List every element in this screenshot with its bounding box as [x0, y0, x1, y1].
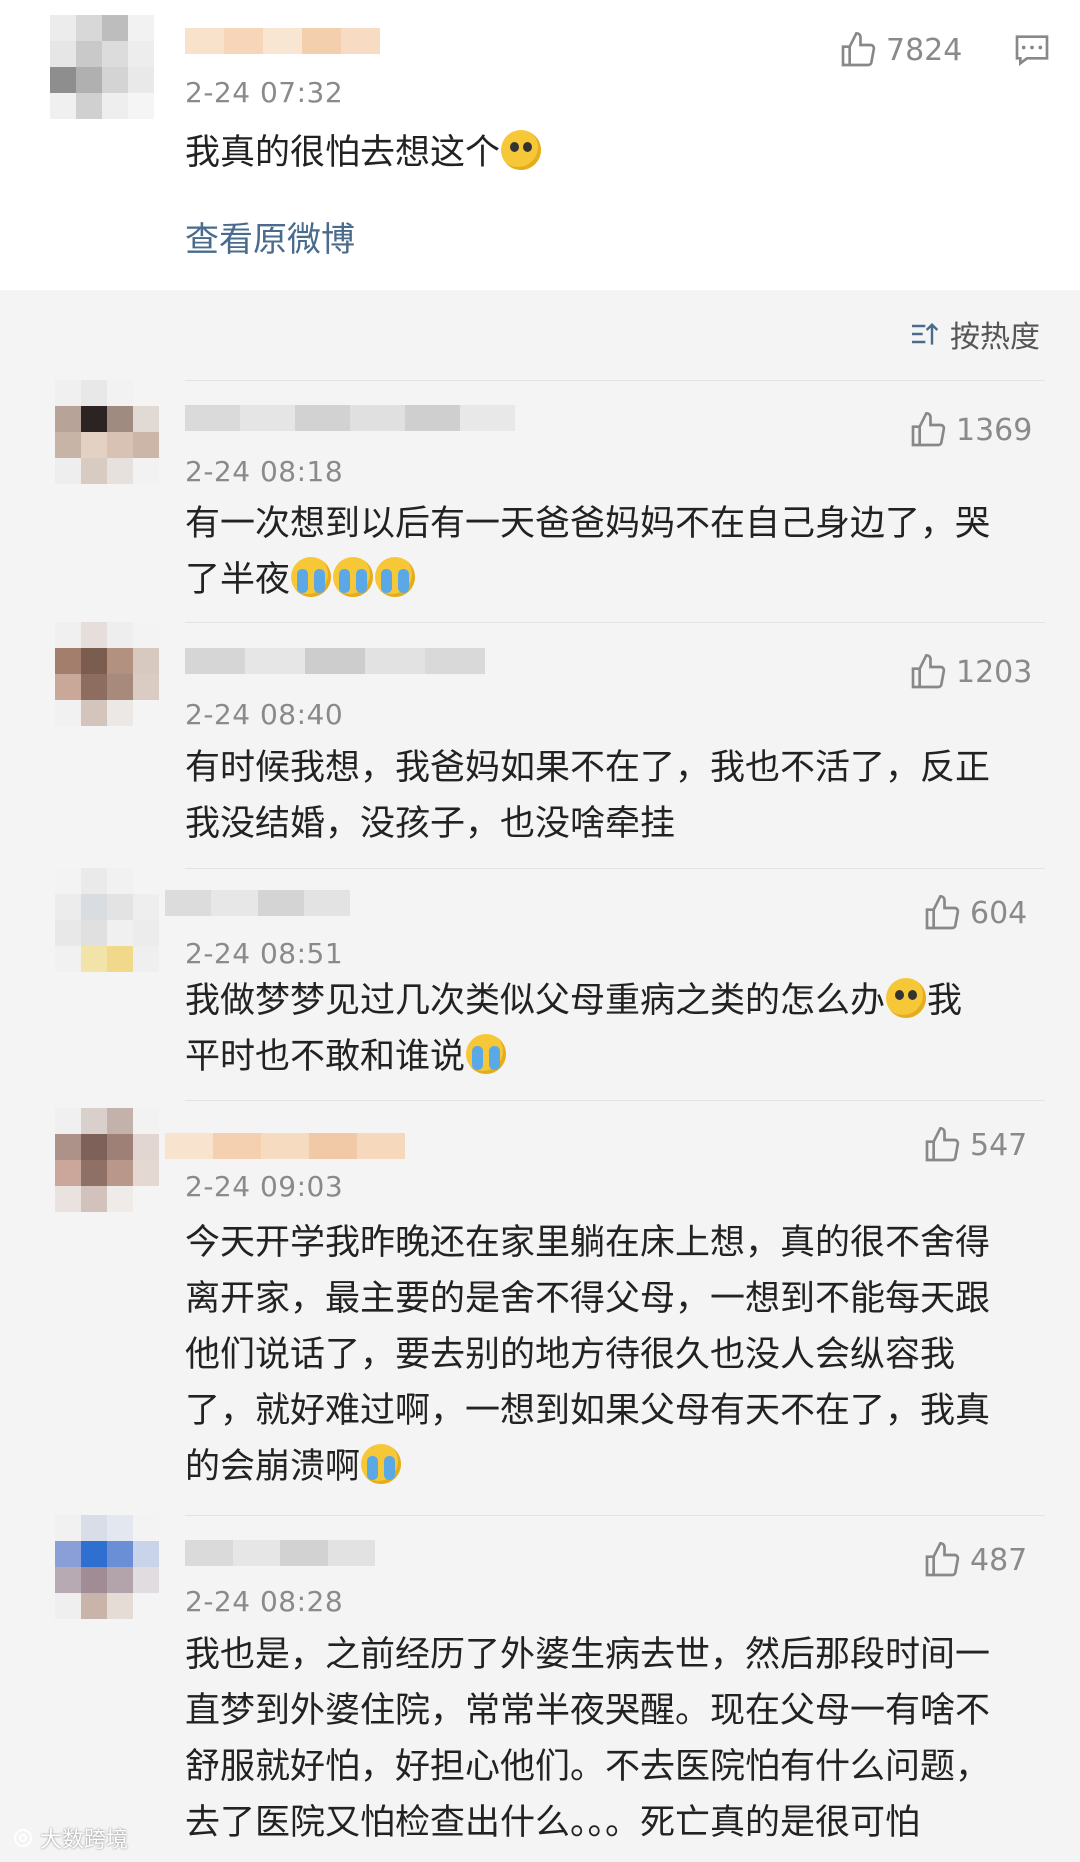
comment-time: 2-24 08:40 — [185, 698, 344, 731]
thumbs-up-icon — [925, 1541, 960, 1577]
like-count: 604 — [970, 895, 1028, 931]
comment-time: 2-24 08:18 — [185, 455, 344, 488]
like-count: 7824 — [886, 32, 963, 68]
divider — [185, 1100, 1045, 1101]
watermark-logo-icon — [14, 1829, 32, 1847]
username-blurred[interactable] — [185, 405, 515, 431]
crying-face-emoji-icon — [466, 1034, 507, 1074]
username-blurred[interactable] — [185, 648, 485, 674]
sad-face-emoji-icon — [501, 130, 542, 170]
crying-face-emoji-icon — [375, 557, 416, 597]
thumbs-up-icon — [925, 1126, 960, 1162]
divider — [185, 868, 1045, 869]
like-button[interactable]: 7824 — [838, 30, 962, 70]
divider — [185, 380, 1045, 381]
divider — [185, 1515, 1045, 1516]
crying-face-emoji-icon — [333, 557, 374, 597]
like-button[interactable]: 547 — [922, 1125, 1027, 1165]
sort-label: 按热度 — [950, 320, 1040, 355]
username-blurred[interactable] — [165, 890, 350, 916]
avatar[interactable] — [55, 1108, 159, 1212]
like-count: 1203 — [956, 654, 1033, 690]
sort-by-hot-button[interactable]: 按热度 — [908, 312, 1040, 356]
thumbs-up-icon — [841, 31, 876, 67]
sort-icon — [912, 322, 939, 345]
comment-icon[interactable] — [1012, 30, 1052, 70]
watermark: 大数跨境 — [10, 1822, 128, 1854]
comment-time: 2-24 08:28 — [185, 1585, 344, 1618]
post-time: 2-24 07:32 — [185, 76, 344, 109]
avatar[interactable] — [55, 1515, 159, 1619]
like-button[interactable]: 1203 — [908, 652, 1032, 692]
avatar[interactable] — [50, 15, 154, 119]
comment-time: 2-24 08:51 — [185, 937, 344, 970]
divider — [185, 622, 1045, 623]
sad-face-emoji-icon — [886, 978, 927, 1018]
like-count: 487 — [970, 1542, 1028, 1578]
comment-text: 有时候我想，我爸妈如果不在了，我也不活了，反正 我没结婚，没孩子，也没啥牵挂 — [185, 748, 991, 844]
avatar[interactable] — [55, 380, 159, 484]
thumbs-up-icon — [925, 894, 960, 930]
comment-text: 今天开学我昨晚还在家里躺在床上想，真的很不舍得 离开家，最主要的是舍不得父母，一… — [185, 1223, 991, 1487]
thumbs-up-icon — [911, 653, 946, 689]
comment-text: 我也是，之前经历了外婆生病去世，然后那段时间一 直梦到外婆住院，常常半夜哭醒。现… — [185, 1635, 991, 1843]
crying-face-emoji-icon — [291, 557, 332, 597]
post-text: 我真的很怕去想这个 — [185, 125, 1065, 181]
like-count: 547 — [970, 1127, 1028, 1163]
comment-time: 2-24 09:03 — [185, 1170, 344, 1203]
view-original-link[interactable]: 查看原微博 — [185, 212, 355, 261]
like-button[interactable]: 604 — [922, 893, 1027, 933]
like-button[interactable]: 1369 — [908, 410, 1032, 450]
avatar[interactable] — [55, 868, 159, 972]
thumbs-up-icon — [911, 411, 946, 447]
username-blurred[interactable] — [165, 1133, 405, 1159]
crying-face-emoji-icon — [361, 1444, 402, 1484]
like-count: 1369 — [956, 412, 1033, 448]
like-button[interactable]: 487 — [922, 1540, 1027, 1580]
comment-text: 我做梦梦见过几次类似父母重病之类的怎么办我 平时也不敢和谁说 — [185, 973, 1065, 1085]
username-blurred[interactable] — [185, 1540, 375, 1566]
comment-text: 有一次想到以后有一天爸爸妈妈不在自己身边了，哭 了半夜 — [185, 504, 991, 600]
avatar[interactable] — [55, 622, 159, 726]
top-post-card: 2-24 07:32 7824 我真的很怕去想这个 查看原微博 — [0, 0, 1080, 290]
username-blurred[interactable] — [185, 28, 380, 54]
